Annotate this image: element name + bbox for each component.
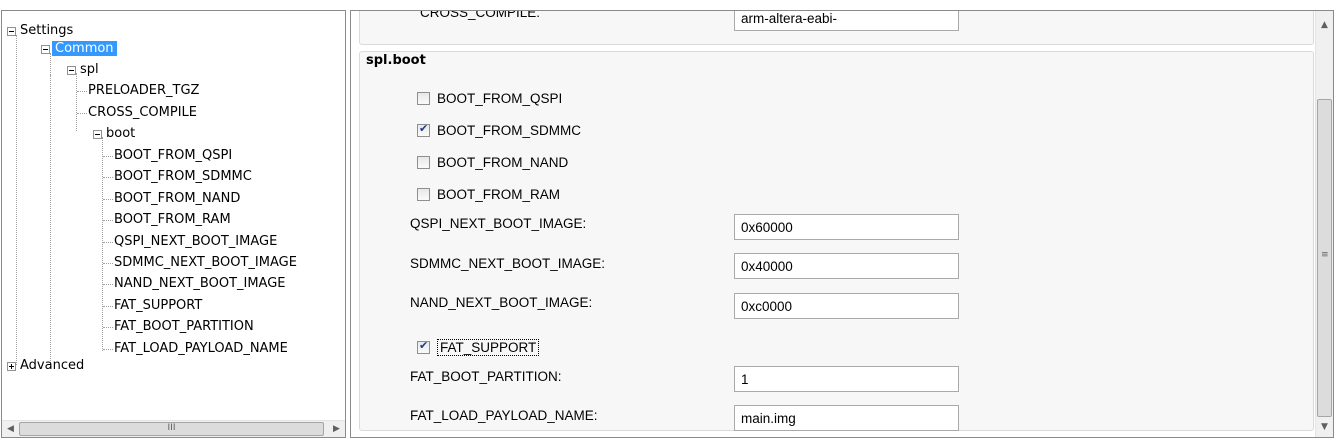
tree-connector	[103, 327, 113, 329]
tree-item-nand-next-boot-image[interactable]: NAND_NEXT_BOOT_IMAGE	[114, 274, 286, 294]
tree-item-preloader-tgz[interactable]: PRELOADER_TGZ	[88, 81, 199, 101]
tree-connector	[103, 198, 113, 200]
boot-from-ram-checkbox[interactable]: BOOT_FROM_RAM	[417, 187, 560, 202]
fat-boot-partition-label: FAT_BOOT_PARTITION:	[410, 369, 562, 384]
boot-from-qspi-checkbox[interactable]: BOOT_FROM_QSPI	[417, 91, 562, 106]
checkbox-box[interactable]	[417, 188, 430, 201]
tree-connector	[103, 263, 113, 264]
horizontal-scrollbar[interactable]: ◀ III ▶	[2, 420, 345, 437]
tree-connector	[77, 91, 87, 92]
scroll-right-icon[interactable]: ▶	[328, 421, 345, 437]
settings-form-panel: CROSS_COMPILE: spl.boot BOOT_FROM_QSPI B…	[350, 10, 1334, 438]
tree-connector	[103, 305, 113, 307]
fat-support-checkbox[interactable]: FAT_SUPPORT	[417, 339, 540, 356]
tree-item-boot-from-nand[interactable]: BOOT_FROM_NAND	[114, 189, 240, 209]
tree-connector	[16, 35, 17, 365]
group-title: spl.boot	[366, 53, 426, 68]
tree-item-common[interactable]: Common	[40, 39, 117, 59]
tree-connector	[103, 156, 113, 157]
scroll-down-icon[interactable]: ▼	[1316, 419, 1333, 435]
fat-load-payload-name-field[interactable]	[734, 405, 959, 431]
scroll-grip-icon: ≡	[1321, 250, 1329, 260]
settings-tree[interactable]: Settings Common spl PRELOADER_TGZ CROSS_…	[1, 10, 346, 438]
tree-item-spl[interactable]: spl	[66, 60, 99, 80]
tree-item-boot-from-qspi[interactable]: BOOT_FROM_QSPI	[114, 146, 232, 166]
tree-connector	[103, 177, 113, 179]
checkbox-box[interactable]	[417, 156, 430, 169]
scroll-up-icon[interactable]: ▲	[1316, 17, 1333, 33]
tree-connector	[76, 73, 77, 131]
cross-compile-field[interactable]	[734, 11, 959, 31]
tree-connector	[103, 348, 113, 350]
checkbox-box[interactable]	[417, 92, 430, 105]
vertical-scroll-thumb[interactable]: ≡	[1317, 99, 1332, 417]
tree-connector	[102, 137, 103, 351]
boot-from-sdmmc-checkbox[interactable]: BOOT_FROM_SDMMC	[417, 122, 581, 138]
collapse-icon[interactable]	[7, 27, 16, 36]
tree-item-boot-from-ram[interactable]: BOOT_FROM_RAM	[114, 210, 231, 230]
horizontal-scroll-thumb[interactable]: III	[19, 422, 324, 436]
tree-item-settings[interactable]: Settings	[6, 21, 73, 41]
expand-icon[interactable]	[7, 362, 16, 371]
collapse-icon[interactable]	[67, 66, 76, 75]
tree-connector	[50, 75, 51, 365]
tree-item-advanced[interactable]: Advanced	[6, 356, 84, 376]
fat-load-payload-name-label: FAT_LOAD_PAYLOAD_NAME:	[410, 408, 598, 423]
tree-item-boot-from-sdmmc[interactable]: BOOT_FROM_SDMMC	[114, 167, 252, 187]
checkbox-box[interactable]	[417, 122, 430, 137]
vertical-scrollbar[interactable]: ▲ ≡ ▼	[1315, 11, 1333, 437]
collapse-icon[interactable]	[41, 45, 50, 54]
sdmmc-next-boot-image-label: SDMMC_NEXT_BOOT_IMAGE:	[410, 256, 606, 271]
form-content: CROSS_COMPILE: spl.boot BOOT_FROM_QSPI B…	[359, 11, 1314, 437]
tree-item-fat-boot-partition[interactable]: FAT_BOOT_PARTITION	[114, 317, 254, 337]
tree-item-cross-compile[interactable]: CROSS_COMPILE	[88, 103, 197, 123]
qspi-next-boot-image-label: QSPI_NEXT_BOOT_IMAGE:	[410, 216, 587, 231]
nand-next-boot-image-field[interactable]	[734, 293, 959, 319]
tree-item-fat-support[interactable]: FAT_SUPPORT	[114, 296, 202, 316]
tree-connector	[103, 241, 113, 243]
tree-item-fat-load-payload-name[interactable]: FAT_LOAD_PAYLOAD_NAME	[114, 339, 288, 359]
tree-item-boot[interactable]: boot	[92, 124, 135, 144]
tree-item-qspi-next-boot-image[interactable]: QSPI_NEXT_BOOT_IMAGE	[114, 232, 277, 252]
collapse-icon[interactable]	[93, 130, 102, 139]
tree-connector	[77, 113, 87, 114]
fat-boot-partition-field[interactable]	[734, 366, 959, 392]
checkbox-box[interactable]	[417, 339, 430, 354]
tree-connector	[103, 220, 113, 222]
boot-from-nand-checkbox[interactable]: BOOT_FROM_NAND	[417, 155, 568, 170]
nand-next-boot-image-label: NAND_NEXT_BOOT_IMAGE:	[410, 295, 593, 310]
qspi-next-boot-image-field[interactable]	[734, 214, 959, 240]
tree-connector	[103, 284, 113, 286]
cross-compile-label: CROSS_COMPILE:	[420, 11, 541, 20]
sdmmc-next-boot-image-field[interactable]	[734, 253, 959, 279]
scroll-left-icon[interactable]: ◀	[2, 421, 19, 437]
tree-item-sdmmc-next-boot-image[interactable]: SDMMC_NEXT_BOOT_IMAGE	[114, 253, 297, 273]
